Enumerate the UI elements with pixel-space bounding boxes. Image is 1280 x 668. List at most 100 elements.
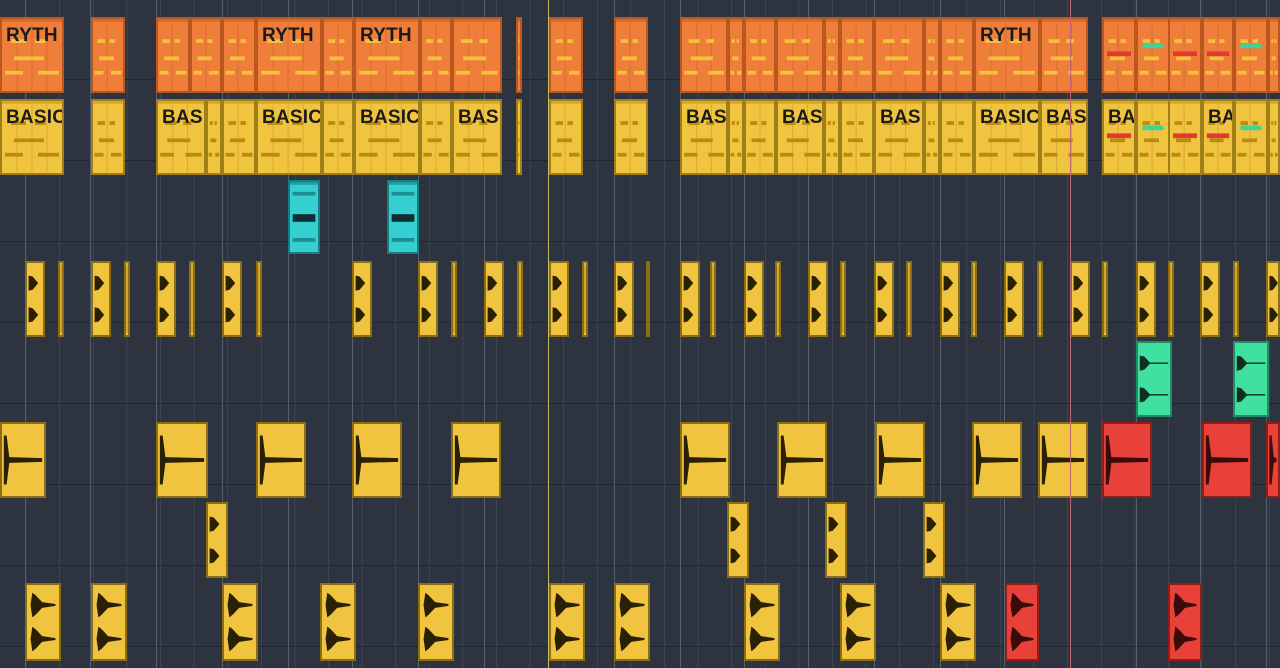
audio-clip[interactable] [582, 261, 588, 337]
pattern-clip[interactable] [728, 99, 744, 175]
pattern-clip[interactable] [744, 99, 776, 175]
audio-clip[interactable] [0, 422, 46, 498]
audio-clip[interactable] [972, 422, 1022, 498]
pattern-clip[interactable] [190, 17, 222, 93]
pattern-clip[interactable]: BASIC [974, 99, 1040, 175]
audio-clip[interactable] [680, 261, 700, 337]
pattern-clip[interactable]: BASIC [354, 99, 420, 175]
pattern-clip[interactable] [614, 17, 648, 93]
audio-clip[interactable] [1136, 341, 1172, 417]
pattern-clip[interactable]: BAS [1040, 99, 1088, 175]
audio-clip[interactable] [124, 261, 130, 337]
audio-clip[interactable] [1005, 583, 1039, 661]
audio-clip[interactable] [808, 261, 828, 337]
audio-clip[interactable] [680, 422, 730, 498]
audio-clip[interactable] [1168, 261, 1174, 337]
pattern-clip[interactable] [91, 99, 125, 175]
pattern-clip[interactable] [156, 17, 190, 93]
pattern-clip[interactable] [840, 17, 874, 93]
playhead-marker[interactable] [548, 0, 549, 668]
audio-clip[interactable] [1168, 583, 1202, 661]
pattern-clip[interactable]: RYTH [354, 17, 420, 93]
audio-clip[interactable] [451, 261, 457, 337]
pattern-clip[interactable] [1168, 99, 1202, 175]
pattern-clip[interactable] [420, 99, 452, 175]
audio-clip[interactable] [906, 261, 912, 337]
pattern-clip[interactable] [1234, 17, 1268, 93]
audio-clip[interactable] [614, 583, 650, 661]
pattern-clip[interactable]: BA [1202, 99, 1234, 175]
pattern-clip[interactable] [1202, 17, 1234, 93]
audio-clip[interactable] [1102, 422, 1152, 498]
audio-clip[interactable] [320, 583, 356, 661]
audio-clip[interactable] [727, 502, 749, 578]
audio-clip[interactable] [58, 261, 64, 337]
audio-clip[interactable] [256, 422, 306, 498]
audio-clip[interactable] [222, 583, 258, 661]
audio-clip[interactable] [91, 583, 127, 661]
audio-clip[interactable] [418, 583, 454, 661]
audio-clip[interactable] [1202, 422, 1252, 498]
pattern-clip[interactable] [940, 17, 974, 93]
pattern-clip[interactable] [420, 17, 452, 93]
pattern-clip[interactable] [222, 99, 256, 175]
audio-clip[interactable] [710, 261, 716, 337]
pattern-clip[interactable] [1136, 17, 1170, 93]
audio-clip[interactable] [1070, 261, 1090, 337]
pattern-clip[interactable]: BAS [156, 99, 206, 175]
audio-clip[interactable] [1266, 422, 1280, 498]
audio-clip[interactable] [91, 261, 111, 337]
audio-clip[interactable] [923, 502, 945, 578]
pattern-clip[interactable] [824, 99, 840, 175]
audio-clip[interactable] [744, 583, 780, 661]
pattern-clip[interactable] [924, 99, 940, 175]
audio-clip[interactable] [614, 261, 634, 337]
pattern-clip[interactable] [1136, 99, 1170, 175]
audio-clip[interactable] [418, 261, 438, 337]
pattern-clip[interactable] [940, 99, 974, 175]
audio-clip[interactable] [256, 261, 262, 337]
audio-clip[interactable] [646, 261, 650, 337]
pattern-clip[interactable] [1102, 17, 1136, 93]
pattern-clip[interactable] [1040, 17, 1088, 93]
pattern-clip[interactable] [288, 180, 320, 254]
pattern-clip[interactable]: BASIC [256, 99, 322, 175]
audio-clip[interactable] [25, 583, 61, 661]
pattern-clip[interactable] [728, 17, 744, 93]
pattern-clip[interactable] [222, 17, 256, 93]
pattern-clip[interactable]: BAS [452, 99, 502, 175]
audio-clip[interactable] [549, 261, 569, 337]
audio-clip[interactable] [1136, 261, 1156, 337]
audio-clip[interactable] [971, 261, 977, 337]
audio-clip[interactable] [1200, 261, 1220, 337]
pattern-clip[interactable] [1168, 17, 1202, 93]
audio-clip[interactable] [25, 261, 45, 337]
pattern-clip[interactable] [1268, 99, 1280, 175]
pattern-clip[interactable] [874, 17, 924, 93]
audio-clip[interactable] [352, 422, 402, 498]
pattern-clip[interactable] [1268, 17, 1280, 93]
pattern-clip[interactable]: RYTH [0, 17, 64, 93]
song-position-marker[interactable] [1070, 0, 1071, 668]
pattern-clip[interactable] [516, 99, 522, 175]
pattern-clip[interactable] [387, 180, 419, 254]
pattern-clip[interactable]: BASIC [0, 99, 64, 175]
pattern-clip[interactable]: RYTH [974, 17, 1040, 93]
pattern-clip[interactable] [680, 17, 728, 93]
pattern-clip[interactable] [516, 17, 522, 93]
audio-clip[interactable] [1004, 261, 1024, 337]
pattern-clip[interactable] [322, 17, 354, 93]
pattern-clip[interactable]: BAS [680, 99, 728, 175]
audio-clip[interactable] [1233, 261, 1239, 337]
audio-clip[interactable] [352, 261, 372, 337]
audio-clip[interactable] [825, 502, 847, 578]
pattern-clip[interactable] [824, 17, 840, 93]
pattern-clip[interactable] [206, 99, 222, 175]
audio-clip[interactable] [777, 422, 827, 498]
pattern-clip[interactable] [924, 17, 940, 93]
audio-clip[interactable] [1266, 261, 1280, 337]
audio-clip[interactable] [484, 261, 504, 337]
pattern-clip[interactable]: BAS [874, 99, 924, 175]
audio-clip[interactable] [222, 261, 242, 337]
audio-clip[interactable] [940, 583, 976, 661]
